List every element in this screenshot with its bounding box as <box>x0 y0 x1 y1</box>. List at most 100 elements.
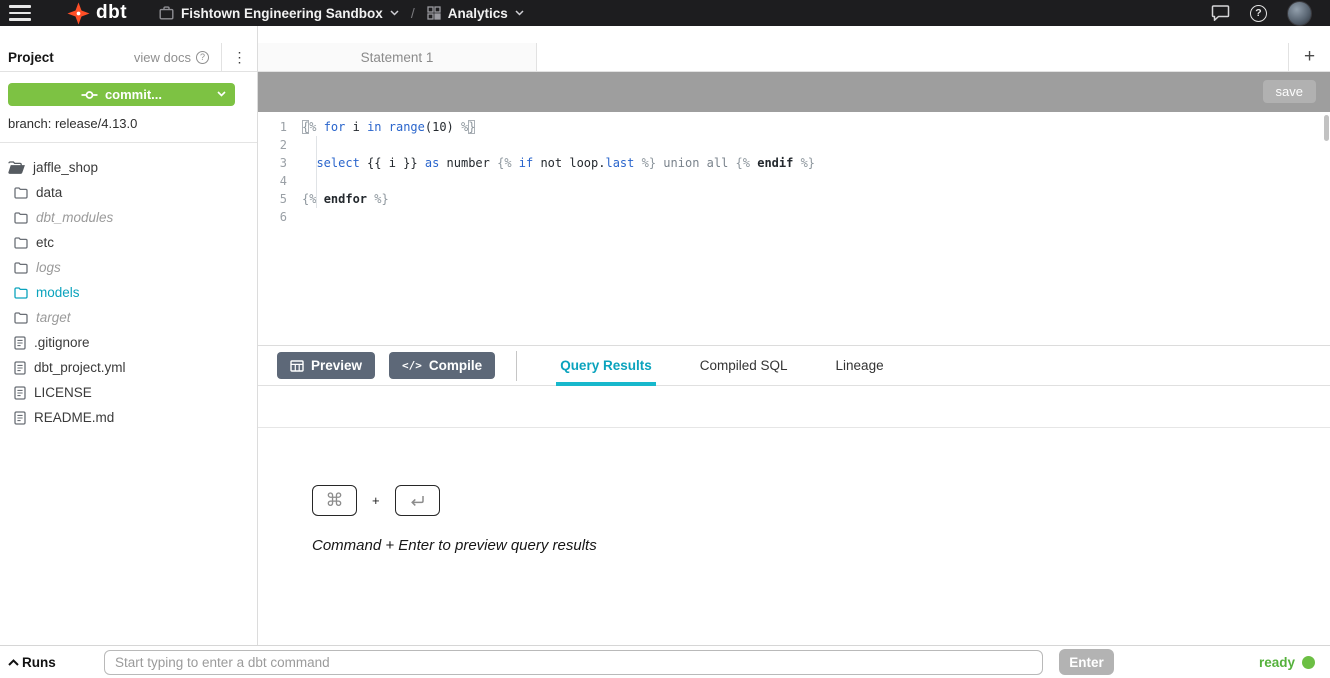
folder-icon <box>14 312 28 324</box>
file-icon <box>14 336 26 350</box>
results-tab-compiled-sql[interactable]: Compiled SQL <box>698 346 790 386</box>
command-bar: Runs Enter ready <box>0 645 1330 678</box>
editor-toolbar: save <box>258 72 1330 112</box>
line-number: 6 <box>258 208 302 226</box>
file-tree: jaffle_shop data dbt_modules etc logs mo… <box>0 143 257 430</box>
runs-label: Runs <box>22 655 56 670</box>
file-explorer-sidebar: Project view docs ? ⋮ commit... bra <box>0 26 258 645</box>
status-dot-icon <box>1302 656 1315 669</box>
tree-item-label: models <box>36 285 80 300</box>
line-number: 2 <box>258 136 302 154</box>
folder-icon <box>14 187 28 199</box>
chat-icon[interactable] <box>1211 4 1230 22</box>
tree-item-label: README.md <box>34 410 114 425</box>
logo-text: dbt <box>96 2 127 24</box>
view-docs-link[interactable]: view docs ? <box>134 50 209 65</box>
tree-item-label: dbt_project.yml <box>34 360 126 375</box>
results-tab-lineage[interactable]: Lineage <box>834 346 886 386</box>
status-label: ready <box>1259 655 1295 670</box>
tree-item-jaffle-shop[interactable]: jaffle_shop <box>0 155 257 180</box>
panel-divider <box>516 351 517 381</box>
code-editor[interactable]: 1{% for i in range(10) %}23 select {{ i … <box>258 112 1330 345</box>
tab-statement-1[interactable]: Statement 1 <box>258 43 537 71</box>
line-number: 5 <box>258 190 302 208</box>
avatar[interactable] <box>1287 1 1312 26</box>
plus-sign: + <box>372 493 380 508</box>
account-switcher[interactable]: Fishtown Engineering Sandbox <box>159 6 399 21</box>
project-label: Analytics <box>448 6 508 21</box>
tree-item-license[interactable]: LICENSE <box>0 380 257 405</box>
runs-toggle[interactable]: Runs <box>8 655 104 670</box>
tree-item-target[interactable]: target <box>0 305 257 330</box>
tree-item-logs[interactable]: logs <box>0 255 257 280</box>
account-label: Fishtown Engineering Sandbox <box>181 6 383 21</box>
shortcut-hint: ⌘ + Command + Enter to preview query res… <box>312 485 597 554</box>
tree-item--gitignore[interactable]: .gitignore <box>0 330 257 355</box>
chevron-up-icon <box>8 659 19 666</box>
tree-item-data[interactable]: data <box>0 180 257 205</box>
tree-item-label: dbt_modules <box>36 210 113 225</box>
tree-item-readme-md[interactable]: README.md <box>0 405 257 430</box>
file-icon <box>14 411 26 425</box>
tree-item-models[interactable]: models <box>0 280 257 305</box>
results-tab-query-results[interactable]: Query Results <box>558 346 654 386</box>
results-panel: Preview </> Compile Query Results Compile… <box>258 345 1330 645</box>
chevron-down-icon <box>515 10 524 16</box>
preview-button[interactable]: Preview <box>277 352 375 379</box>
commit-chevron-down-icon[interactable] <box>217 91 226 97</box>
save-button[interactable]: save <box>1263 80 1316 103</box>
command-key-icon: ⌘ <box>312 485 357 516</box>
tree-item-label: logs <box>36 260 61 275</box>
tree-item-label: jaffle_shop <box>33 160 98 175</box>
results-tabs: Query Results Compiled SQL Lineage <box>558 346 929 386</box>
folder-icon <box>14 237 28 249</box>
kebab-menu-icon[interactable]: ⋮ <box>221 43 257 71</box>
dbt-logo-icon <box>67 2 90 25</box>
folder-icon <box>14 212 28 224</box>
editor-tab-bar: Statement 1 + <box>258 26 1330 72</box>
editor-scrollbar-thumb[interactable] <box>1324 115 1329 141</box>
code-line: 2 <box>258 136 1330 154</box>
tree-item-label: etc <box>36 235 54 250</box>
project-switcher[interactable]: Analytics <box>427 6 524 21</box>
enter-key-icon <box>395 485 440 516</box>
tree-item-label: target <box>36 310 71 325</box>
briefcase-icon <box>159 6 174 20</box>
results-content: ⌘ + Command + Enter to preview query res… <box>258 428 1330 645</box>
docs-help-icon: ? <box>196 51 209 64</box>
tree-item-dbt-project-yml[interactable]: dbt_project.yml <box>0 355 257 380</box>
line-number: 3 <box>258 154 302 172</box>
code-line: 1{% for i in range(10) %} <box>258 118 1330 136</box>
git-commit-icon <box>81 90 98 100</box>
dbt-command-input[interactable] <box>104 650 1043 675</box>
top-nav: dbt Fishtown Engineering Sandbox / Analy… <box>0 0 1330 26</box>
code-icon: </> <box>402 359 422 372</box>
file-icon <box>14 361 26 375</box>
dbt-logo[interactable]: dbt <box>67 2 127 25</box>
commit-button[interactable]: commit... <box>8 83 235 106</box>
tree-item-label: LICENSE <box>34 385 92 400</box>
help-icon[interactable]: ? <box>1250 5 1267 22</box>
sidebar-title: Project <box>8 50 54 65</box>
hint-text: Command + Enter to preview query results <box>312 537 597 554</box>
tree-item-label: data <box>36 185 62 200</box>
compile-button[interactable]: </> Compile <box>389 352 495 379</box>
grid-icon <box>427 6 441 20</box>
tree-item-dbt-modules[interactable]: dbt_modules <box>0 205 257 230</box>
tree-item-etc[interactable]: etc <box>0 230 257 255</box>
commit-label: commit... <box>105 87 162 102</box>
hamburger-menu-icon[interactable] <box>9 5 31 21</box>
code-line: 5{% endfor %} <box>258 190 1330 208</box>
branch-label: branch: release/4.13.0 <box>8 116 257 131</box>
folder-icon <box>14 287 28 299</box>
results-subheader <box>258 386 1330 428</box>
folder-icon <box>14 262 28 274</box>
new-tab-button[interactable]: + <box>1288 43 1330 71</box>
enter-button[interactable]: Enter <box>1059 649 1114 675</box>
preview-table-icon <box>290 360 304 372</box>
line-number: 4 <box>258 172 302 190</box>
code-line: 6 <box>258 208 1330 226</box>
tree-item-label: .gitignore <box>34 335 90 350</box>
editor-area: Statement 1 + save 1{% for i in range(10… <box>258 26 1330 645</box>
indent-guide <box>316 136 317 208</box>
